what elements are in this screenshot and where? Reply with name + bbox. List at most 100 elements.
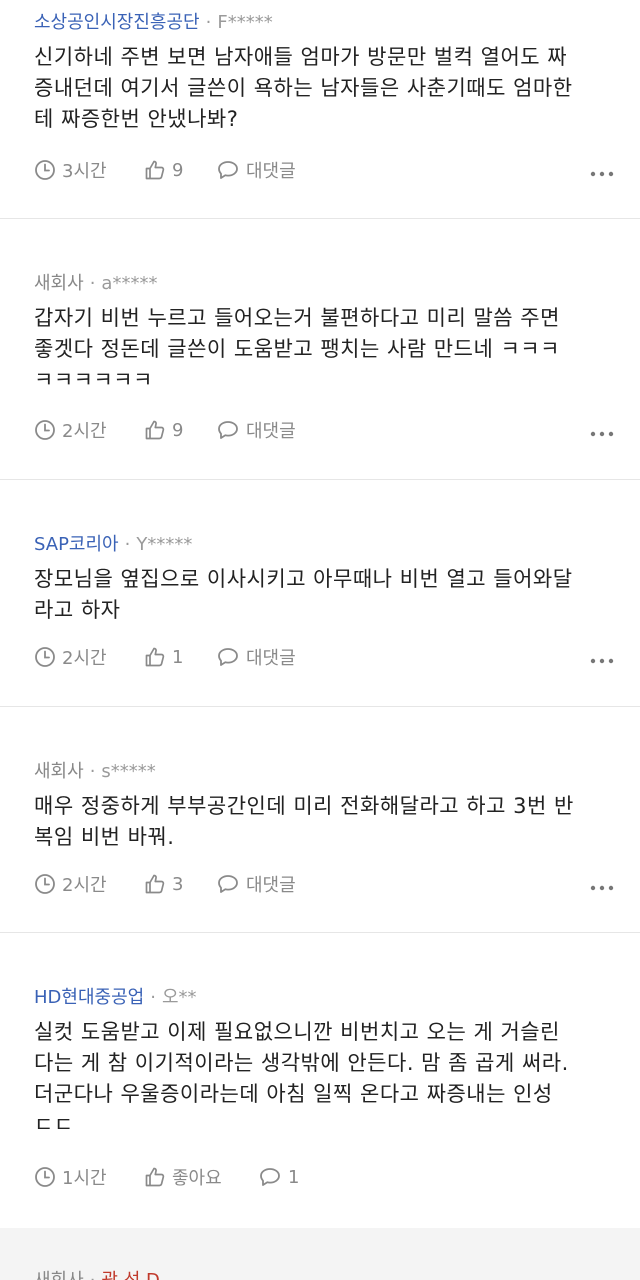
comment-line: 실컷 도움받고 이제 필요없으니깐 비번치고 오는 게 거슬린 xyxy=(34,1020,560,1044)
comment-body: 장모님을 옆집으로 이사시키고 아무때나 비번 열고 들어와달 라고 하자 xyxy=(34,564,614,626)
comment-line: 매우 정중하게 부부공간인데 미리 전화해달라고 하고 3번 반 xyxy=(34,794,574,818)
reply-label: 대댓글 xyxy=(246,648,296,669)
comment-author-line: HD현대중공업 · 오** xyxy=(34,983,197,1009)
time-text: 3시간 xyxy=(62,161,107,182)
peek-author-line: 새회사 · 광 선 D xyxy=(34,1266,160,1280)
comment-line: 복임 비번 바꿔. xyxy=(34,825,175,849)
comment-line: 갑자기 비번 누르고 들어오는거 불편하다고 미리 말씀 주면 xyxy=(34,306,560,330)
comment-1: 소상공인시장진흥공단 · F***** 신기하네 주변 보면 남자애들 엄마가 방문… xyxy=(0,0,640,219)
more-dots-icon[interactable] xyxy=(588,157,616,183)
thumbs-up-icon xyxy=(144,646,166,668)
thumbs-up-icon xyxy=(144,873,166,895)
separator-dot: · xyxy=(90,1270,96,1280)
clock-icon xyxy=(34,873,56,895)
like-label: 좋아요 xyxy=(172,1168,222,1189)
comment-author-line: 소상공인시장진흥공단 · F***** xyxy=(34,8,273,34)
clock-icon xyxy=(34,159,56,181)
timestamp: 2시간 xyxy=(34,642,107,672)
company-label: 새회사 xyxy=(34,1270,84,1280)
time-text: 1시간 xyxy=(62,1168,107,1189)
timestamp: 3시간 xyxy=(34,155,107,185)
reply-button[interactable]: 대댓글 xyxy=(216,155,296,185)
reply-button[interactable]: 대댓글 xyxy=(216,869,296,899)
like-count: 9 xyxy=(172,159,184,181)
like-count: 1 xyxy=(172,646,184,668)
company-label: 새회사 xyxy=(34,761,84,782)
reply-label: 대댓글 xyxy=(246,161,296,182)
comment-5: HD현대중공업 · 오** 실컷 도움받고 이제 필요없으니깐 비번치고 오는 게 … xyxy=(0,933,640,1228)
speech-bubble-icon xyxy=(216,159,240,181)
comment-line: ㄷㄷ xyxy=(34,1113,74,1137)
company-label: 새회사 xyxy=(34,273,84,294)
like-button[interactable]: 9 xyxy=(144,155,183,185)
more-dots-icon[interactable] xyxy=(588,417,616,443)
like-count: 3 xyxy=(172,873,184,895)
comment-2: 새회사 · a***** 갑자기 비번 누르고 들어오는거 불편하다고 미리 말씀 … xyxy=(0,219,640,480)
separator-dot: · xyxy=(89,273,96,294)
time-text: 2시간 xyxy=(62,875,107,896)
comment-line: 더군다나 우울증이라는데 아침 일찍 온다고 짜증내는 인성 xyxy=(34,1082,553,1106)
user-id: s***** xyxy=(101,761,156,782)
comment-author-line: 새회사 · a***** xyxy=(34,269,157,295)
comment-meta: 2시간 3 대댓글 xyxy=(34,869,640,899)
comment-line: 장모님을 옆집으로 이사시키고 아무때나 비번 열고 들어와달 xyxy=(34,567,573,591)
comment-3: SAP코리아 · Y***** 장모님을 옆집으로 이사시키고 아무때나 비번 열고… xyxy=(0,480,640,707)
speech-bubble-icon xyxy=(216,646,240,668)
timestamp: 2시간 xyxy=(34,869,107,899)
comment-4: 새회사 · s***** 매우 정중하게 부부공간인데 미리 전화해달라고 하고 3… xyxy=(0,707,640,933)
thumbs-up-icon xyxy=(144,1166,166,1188)
reply-count: 1 xyxy=(288,1166,300,1188)
like-button[interactable]: 1 xyxy=(144,642,183,672)
like-button[interactable]: 좋아요 xyxy=(144,1162,222,1192)
comment-meta: 3시간 9 대댓글 xyxy=(34,155,640,185)
speech-bubble-icon xyxy=(258,1166,282,1188)
timestamp: 1시간 xyxy=(34,1162,107,1192)
separator-dot: · xyxy=(150,987,156,1008)
comment-meta: 2시간 9 대댓글 xyxy=(34,415,640,445)
comment-body: 매우 정중하게 부부공간인데 미리 전화해달라고 하고 3번 반 복임 비번 바… xyxy=(34,791,614,853)
user-id: 광 선 D xyxy=(101,1270,159,1280)
comment-line: 신기하네 주변 보면 남자애들 엄마가 방문만 벌컥 열어도 짜 xyxy=(34,45,568,69)
clock-icon xyxy=(34,419,56,441)
user-id: Y***** xyxy=(136,534,193,555)
timestamp: 2시간 xyxy=(34,415,107,445)
company-link[interactable]: SAP코리아 xyxy=(34,534,119,555)
like-button[interactable]: 3 xyxy=(144,869,183,899)
comment-line: 좋겟다 정돈데 글쓴이 도움받고 팽치는 사람 만드네 ㅋㅋㅋ xyxy=(34,337,560,361)
reply-label: 대댓글 xyxy=(246,875,296,896)
comment-line: 테 짜증한번 안냈나봐? xyxy=(34,107,239,131)
next-comment-peek: 새회사 · 광 선 D xyxy=(0,1228,640,1280)
more-dots-icon[interactable] xyxy=(588,871,616,897)
clock-icon xyxy=(34,1166,56,1188)
comment-body: 신기하네 주변 보면 남자애들 엄마가 방문만 벌컥 열어도 짜 증내던데 여기… xyxy=(34,42,614,135)
comment-line: 다는 게 참 이기적이라는 생각밖에 안든다. 맘 좀 곱게 써라. xyxy=(34,1051,569,1075)
reply-button[interactable]: 대댓글 xyxy=(216,415,296,445)
comment-author-line: 새회사 · s***** xyxy=(34,757,156,783)
clock-icon xyxy=(34,646,56,668)
user-id: F***** xyxy=(217,12,273,33)
more-dots-icon[interactable] xyxy=(588,644,616,670)
thumbs-up-icon xyxy=(144,159,166,181)
like-button[interactable]: 9 xyxy=(144,415,183,445)
time-text: 2시간 xyxy=(62,648,107,669)
comment-body: 실컷 도움받고 이제 필요없으니깐 비번치고 오는 게 거슬린 다는 게 참 이… xyxy=(34,1017,614,1141)
comment-meta: 2시간 1 대댓글 xyxy=(34,642,640,672)
comment-line: 증내던데 여기서 글쓴이 욕하는 남자들은 사춘기때도 엄마한 xyxy=(34,76,573,100)
separator-dot: · xyxy=(89,761,96,782)
company-link[interactable]: 소상공인시장진흥공단 xyxy=(34,12,200,33)
separator-dot: · xyxy=(124,534,131,555)
time-text: 2시간 xyxy=(62,421,107,442)
separator-dot: · xyxy=(205,12,212,33)
company-link[interactable]: HD현대중공업 xyxy=(34,987,144,1008)
comment-line: 라고 하자 xyxy=(34,598,121,622)
speech-bubble-icon xyxy=(216,419,240,441)
user-id: a***** xyxy=(101,273,158,294)
reply-label: 대댓글 xyxy=(246,421,296,442)
reply-button[interactable]: 대댓글 xyxy=(216,642,296,672)
reply-button[interactable]: 1 xyxy=(258,1162,299,1192)
comment-meta: 1시간 좋아요 1 xyxy=(34,1162,640,1192)
thumbs-up-icon xyxy=(144,419,166,441)
speech-bubble-icon xyxy=(216,873,240,895)
like-count: 9 xyxy=(172,419,184,441)
comment-body: 갑자기 비번 누르고 들어오는거 불편하다고 미리 말씀 주면 좋겟다 정돈데 … xyxy=(34,303,614,396)
